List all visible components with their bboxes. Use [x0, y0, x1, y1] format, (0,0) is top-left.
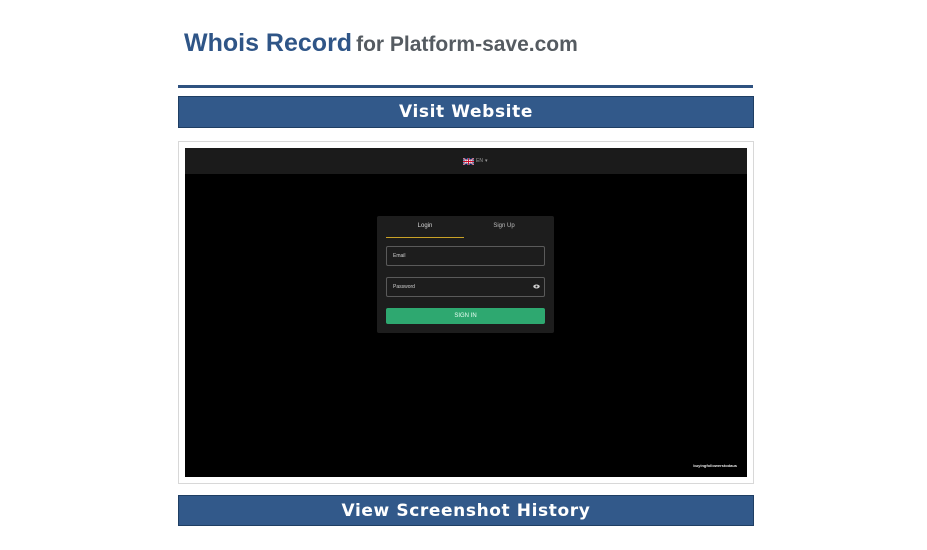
email-field: Email	[386, 246, 545, 266]
visit-website-button[interactable]: Visit Website	[178, 96, 754, 128]
title-main: Whois Record	[184, 29, 353, 57]
screenshot-watermark: buyingfollowerstodaus	[693, 463, 737, 468]
language-code: EN	[476, 157, 483, 164]
website-screenshot: EN ▾ Login Sign Up Email Password SIGN I…	[185, 148, 747, 477]
login-card: Login Sign Up Email Password SIGN IN	[377, 216, 554, 333]
chevron-down-icon: ▾	[484, 157, 488, 164]
uk-flag-icon	[463, 157, 474, 165]
password-field: Password	[386, 277, 545, 297]
screenshot-topbar: EN ▾	[185, 148, 747, 174]
title-domain: for Platform-save.com	[356, 33, 578, 56]
view-screenshot-history-button[interactable]: View Screenshot History	[178, 495, 754, 526]
page-title: Whois Record for Platform-save.com	[184, 24, 578, 61]
tab-login: Login	[386, 216, 464, 238]
language-selector: EN ▾	[463, 157, 487, 165]
whois-page: Whois Record for Platform-save.com Visit …	[0, 0, 927, 550]
title-divider	[178, 85, 753, 88]
tab-signup: Sign Up	[493, 223, 515, 229]
password-placeholder: Password	[393, 284, 415, 290]
eye-icon	[533, 284, 540, 289]
website-screenshot-frame: EN ▾ Login Sign Up Email Password SIGN I…	[178, 141, 754, 484]
sign-in-button: SIGN IN	[386, 308, 545, 324]
